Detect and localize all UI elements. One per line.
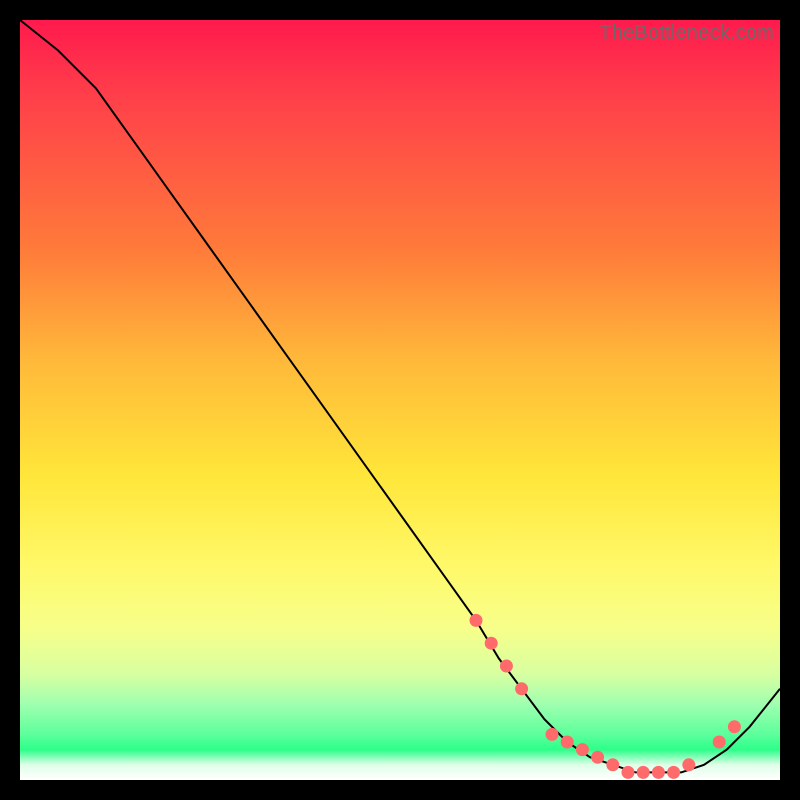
marker-dot: [637, 766, 649, 778]
marker-dot: [576, 744, 588, 756]
marker-dot: [500, 660, 512, 672]
plot-area: TheBottleneck.com: [20, 20, 780, 780]
marker-dot: [652, 766, 664, 778]
marker-dot: [546, 728, 558, 740]
curve-svg: [20, 20, 780, 780]
bottleneck-curve: [20, 20, 780, 772]
marker-dot: [668, 766, 680, 778]
marker-dot: [485, 637, 497, 649]
marker-dot: [516, 683, 528, 695]
marker-dot: [622, 766, 634, 778]
marker-dot: [683, 759, 695, 771]
marker-dot: [561, 736, 573, 748]
marker-dot: [470, 614, 482, 626]
marker-dot: [728, 721, 740, 733]
marker-dots: [470, 614, 740, 778]
chart-frame: TheBottleneck.com: [0, 0, 800, 800]
marker-dot: [592, 751, 604, 763]
marker-dot: [607, 759, 619, 771]
marker-dot: [713, 736, 725, 748]
